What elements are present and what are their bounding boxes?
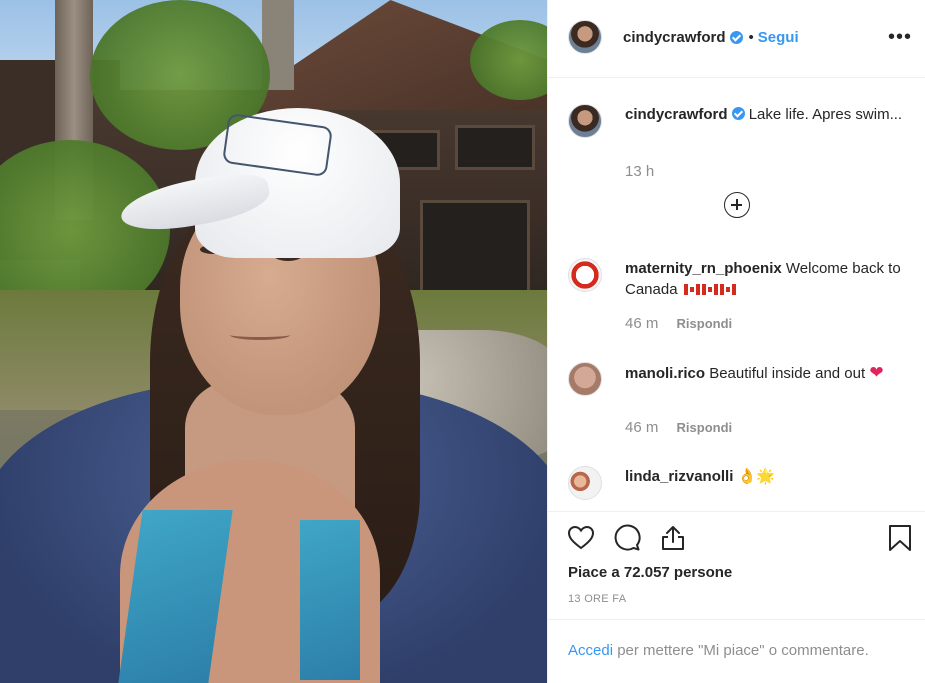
reply-button[interactable]: Rispondi — [677, 420, 733, 435]
caption-text: Lake life. Apres swim... — [748, 106, 903, 123]
add-comment-icon[interactable] — [724, 192, 750, 218]
reply-button[interactable]: Rispondi — [677, 316, 733, 331]
post-header: cindycrawford • Segui ••• — [548, 0, 925, 78]
author-avatar[interactable] — [568, 20, 602, 54]
comment-icon[interactable] — [613, 524, 641, 552]
caption-avatar[interactable] — [568, 104, 602, 138]
post-actions: Piace a 72.057 persone 13 ORE FA — [548, 511, 925, 619]
follow-button[interactable]: Segui — [758, 29, 799, 46]
comment-emoji: 👌🌟 — [737, 468, 775, 485]
separator-dot: • — [748, 29, 754, 46]
comment-item: maternity_rn_phoenix Welcome back to Can… — [568, 258, 908, 338]
comment-text: Beautiful inside and out — [709, 365, 866, 382]
heart-icon[interactable] — [567, 524, 595, 552]
caption-time: 13 h — [625, 163, 655, 180]
canada-flag-icon — [719, 284, 736, 295]
login-prompt: Accedi per mettere "Mi piace" o commenta… — [548, 619, 925, 683]
canada-flag-icon — [683, 284, 700, 295]
comment-username[interactable]: maternity_rn_phoenix — [625, 260, 782, 277]
likes-count[interactable]: Piace a 72.057 persone — [568, 564, 732, 581]
verified-badge-icon — [731, 107, 745, 120]
comment-item: manoli.rico Beautiful inside and out ❤ 4… — [568, 362, 908, 442]
login-prompt-text: per mettere "Mi piace" o commentare. — [617, 642, 869, 659]
red-heart-icon: ❤ — [869, 363, 884, 382]
comment-time: 46 m — [625, 315, 659, 332]
comment-time: 46 m — [625, 419, 659, 436]
login-link[interactable]: Accedi — [568, 642, 613, 659]
comment-username[interactable]: manoli.rico — [625, 365, 705, 382]
share-icon[interactable] — [659, 524, 687, 552]
more-options-icon[interactable]: ••• — [888, 26, 912, 49]
comment-item: linda_rizvanolli 👌🌟 — [568, 466, 908, 506]
bookmark-icon[interactable] — [887, 524, 913, 552]
post-photo[interactable] — [0, 0, 547, 683]
commenter-avatar[interactable] — [568, 362, 602, 396]
caption-username[interactable]: cindycrawford — [625, 106, 728, 123]
post-sidebar: cindycrawford • Segui ••• cindycrawford … — [547, 0, 925, 683]
canada-flag-icon — [701, 284, 718, 295]
post-timestamp: 13 ORE FA — [568, 593, 627, 605]
author-username[interactable]: cindycrawford — [623, 29, 726, 46]
caption: cindycrawford Lake life. Apres swim... 1… — [568, 104, 908, 194]
commenter-avatar[interactable] — [568, 466, 602, 500]
commenter-avatar[interactable] — [568, 258, 602, 292]
verified-badge-icon — [729, 31, 743, 44]
comment-username[interactable]: linda_rizvanolli — [625, 468, 733, 485]
